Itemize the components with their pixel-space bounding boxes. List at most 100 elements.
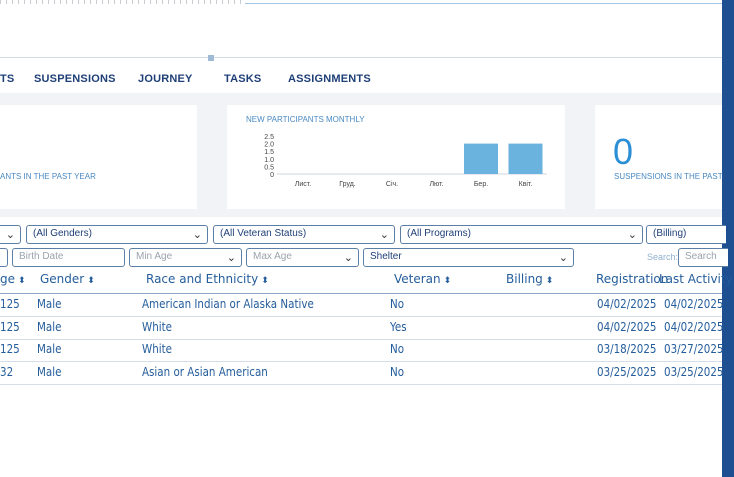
sort-icon: ⬍ [18, 276, 26, 286]
cell-race: White [142, 342, 173, 357]
chevron-down-icon: ⌄ [558, 252, 568, 264]
gender-header-label: Gender [40, 272, 85, 286]
cell-age: 125 [0, 319, 20, 334]
tab-suspensions[interactable]: SUSPENSIONS [34, 73, 116, 85]
cell-registration: 04/02/2025 [597, 297, 657, 311]
race-header-label: Race and Ethnicity [146, 272, 259, 286]
name-field[interactable] [0, 248, 8, 267]
header-separator [0, 57, 722, 58]
cell-race: American Indian or Alaska Native [142, 297, 314, 311]
row-divider [0, 316, 722, 317]
column-header-billing[interactable]: Billing ⬍ [506, 272, 553, 286]
tab-assignments[interactable]: ASSIGNMENTS [288, 73, 371, 85]
y-tick-label: 1.5 [264, 149, 274, 156]
cell-race: Asian or Asian American [142, 365, 268, 380]
suspensions-count: 0 [613, 131, 634, 172]
chevron-down-icon: ⌄ [192, 229, 202, 241]
tab-tasks[interactable]: TASKS [224, 73, 261, 85]
billing-header-label: Billing [506, 272, 543, 286]
cell-age: 125 [0, 342, 20, 357]
max-age-placeholder: Max Age [253, 251, 292, 262]
min-age-placeholder: Min Age [136, 251, 173, 262]
tab-participants[interactable]: TS [0, 73, 14, 85]
max-age-select[interactable]: Max Age ⌄ [246, 248, 359, 267]
chevron-down-icon: ⌄ [627, 229, 637, 241]
gender-select[interactable]: (All Genders) ⌄ [26, 225, 208, 244]
chevron-down-icon: ⌄ [343, 252, 353, 264]
cell-last-activity: 04/02/2025 [664, 319, 724, 334]
age-header-label: ge [0, 272, 15, 286]
cell-gender: Male [37, 365, 62, 380]
y-tick-label: 2.0 [264, 142, 274, 149]
cell-gender: Male [37, 297, 62, 311]
min-age-select[interactable]: Min Age ⌄ [129, 248, 242, 267]
row-divider [0, 384, 722, 386]
programs-select[interactable]: (All Programs) ⌄ [400, 225, 643, 244]
bar-5[interactable] [508, 143, 543, 174]
dashboard-cards: ANTS IN THE PAST YEAR NEW PARTICIPANTS M… [0, 93, 723, 217]
x-tick-label: Січ. [386, 180, 398, 188]
column-header-last-activity[interactable]: Last Activity⬍ [659, 272, 734, 286]
y-tick-label: 1.0 [264, 157, 274, 164]
tab-journey[interactable]: JOURNEY [138, 73, 193, 85]
x-tick-label: Лист. [295, 181, 311, 188]
cell-veteran: No [390, 297, 405, 311]
cell-last-activity: 03/25/2025 [664, 365, 724, 380]
x-tick-label: Квіт. [519, 180, 533, 188]
participants-year-card: ANTS IN THE PAST YEAR [0, 105, 197, 209]
programs-select-value: (All Programs) [407, 228, 471, 239]
bar-4[interactable] [464, 143, 498, 174]
cell-age: 32 [0, 365, 14, 380]
column-header-gender[interactable]: Gender ⬍ [40, 272, 95, 286]
gender-select-value: (All Genders) [33, 228, 92, 239]
sort-icon: ⬍ [443, 276, 452, 286]
cell-last-activity: 03/27/2025 [664, 342, 724, 357]
header-area [0, 5, 722, 57]
ruler-line [245, 3, 722, 4]
cell-veteran: No [390, 365, 405, 380]
column-header-registration[interactable]: Registration [596, 272, 668, 286]
participants-year-caption: ANTS IN THE PAST YEAR [0, 172, 96, 181]
column-header-veteran[interactable]: Veteran ⬍ [394, 272, 451, 286]
veteran-select-value: (All Veteran Status) [220, 228, 307, 239]
cell-registration: 03/18/2025 [597, 342, 657, 357]
cell-last-activity: 04/02/2025 [664, 297, 724, 311]
chevron-down-icon: ⌄ [226, 252, 236, 264]
veteran-header-label: Veteran [394, 272, 441, 286]
age-group-select[interactable]: ⌄ [0, 225, 21, 244]
cell-age: 125 [0, 297, 20, 311]
row-divider [0, 338, 722, 340]
search-label: Search: [647, 252, 679, 262]
resize-handle[interactable] [208, 55, 214, 61]
billing-select[interactable]: (Billing) [646, 225, 726, 244]
cell-race: White [142, 319, 173, 334]
sort-icon: ⬍ [545, 276, 554, 286]
column-header-race[interactable]: Race and Ethnicity ⬍ [146, 272, 269, 286]
table-header-rule [0, 293, 722, 294]
y-tick-label: 0.5 [264, 164, 274, 171]
cell-gender: Male [37, 319, 62, 334]
program-type-value: Shelter [370, 251, 402, 262]
search-placeholder: Search [685, 251, 717, 262]
billing-select-value: (Billing) [653, 228, 687, 239]
column-header-age[interactable]: ge ⬍ [0, 272, 26, 286]
birth-date-field[interactable]: Birth Date [12, 248, 125, 267]
x-tick-label: Груд. [339, 181, 356, 188]
search-input[interactable]: Search [678, 248, 728, 267]
new-participants-chart-card: NEW PARTICIPANTS MONTHLY 2.5 2.0 1.5 1.0 0.5… [227, 105, 565, 209]
cell-veteran: Yes [390, 319, 407, 334]
bar-chart: 2.52.01.51.00.50 Лист. Груд. Січ. Лют. Бер. Кв… [264, 134, 547, 188]
tab-bar: TS SUSPENSIONS JOURNEY TASKS ASSIGNMENTS [0, 73, 722, 93]
cell-veteran: No [390, 342, 405, 357]
sort-icon: ⬍ [261, 276, 269, 286]
ruler-ticks [0, 0, 245, 4]
birth-date-placeholder: Birth Date [19, 251, 64, 262]
registration-header-label: Registration [596, 272, 669, 286]
chevron-down-icon: ⌄ [5, 229, 15, 241]
program-type-select[interactable]: Shelter ⌄ [363, 248, 574, 267]
cell-registration: 03/25/2025 [597, 365, 657, 380]
last-activity-header-label: Last Activity [659, 272, 733, 286]
veteran-select[interactable]: (All Veteran Status) ⌄ [213, 225, 395, 244]
x-tick-label: Бер. [474, 181, 488, 188]
sort-icon: ⬍ [87, 276, 95, 286]
